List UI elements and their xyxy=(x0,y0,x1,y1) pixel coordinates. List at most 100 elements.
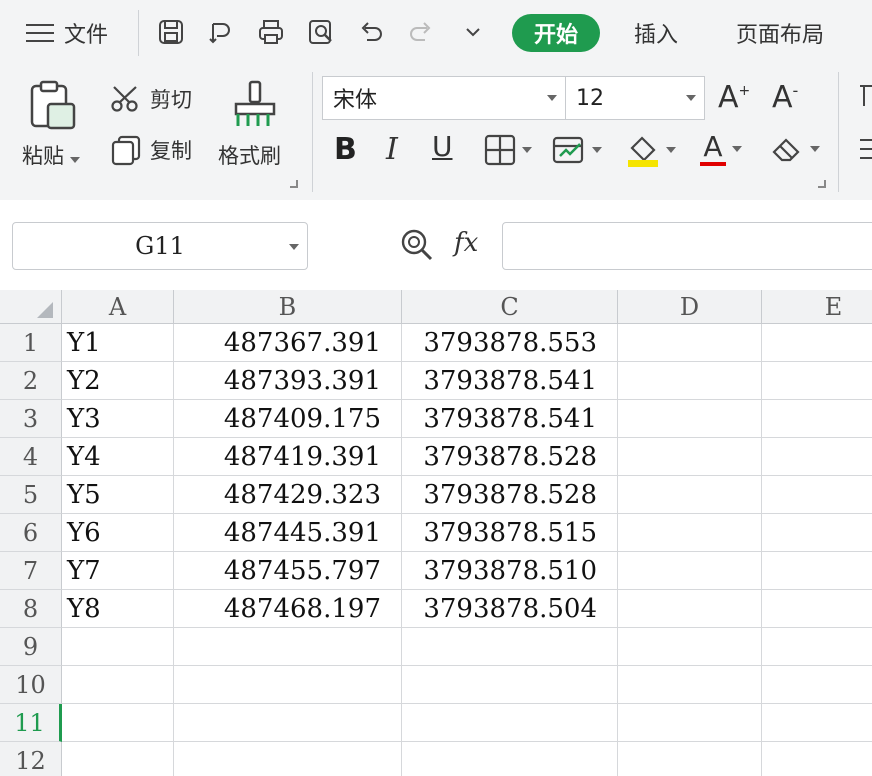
cell-c3[interactable]: 3793878.541 xyxy=(402,400,618,438)
cell-a11[interactable] xyxy=(62,704,174,742)
increase-font-button[interactable]: A + xyxy=(718,80,750,115)
bold-button[interactable]: B xyxy=(334,132,357,167)
redo-button[interactable] xyxy=(406,16,436,48)
cell-c2[interactable]: 3793878.541 xyxy=(402,362,618,400)
format-painter-button[interactable] xyxy=(232,80,278,134)
fill-color-button[interactable] xyxy=(626,132,676,168)
cell-e11[interactable] xyxy=(762,704,872,742)
cell-d2[interactable] xyxy=(618,362,762,400)
name-box[interactable]: G11 xyxy=(12,222,308,270)
cell-e6[interactable] xyxy=(762,514,872,552)
cell-c7[interactable]: 3793878.510 xyxy=(402,552,618,590)
cell-d6[interactable] xyxy=(618,514,762,552)
formula-input[interactable] xyxy=(502,222,872,270)
row-header-4[interactable]: 4 xyxy=(0,438,62,476)
cell-c9[interactable] xyxy=(402,628,618,666)
paste-menu-button[interactable]: 粘贴 xyxy=(22,140,80,170)
find-button[interactable] xyxy=(400,228,436,266)
paste-button[interactable] xyxy=(28,80,78,136)
row-header-10[interactable]: 10 xyxy=(0,666,62,704)
cell-b8[interactable]: 487468.197 xyxy=(174,590,402,628)
tab-page-layout[interactable]: 页面布局 xyxy=(720,14,840,52)
row-header-8[interactable]: 8 xyxy=(0,590,62,628)
cell-e4[interactable] xyxy=(762,438,872,476)
cell-a3[interactable]: Y3 xyxy=(62,400,174,438)
clear-format-button[interactable] xyxy=(770,134,820,164)
undo-button[interactable] xyxy=(356,16,386,48)
row-header-7[interactable]: 7 xyxy=(0,552,62,590)
cell-c5[interactable]: 3793878.528 xyxy=(402,476,618,514)
cell-c6[interactable]: 3793878.515 xyxy=(402,514,618,552)
cell-b3[interactable]: 487409.175 xyxy=(174,400,402,438)
cell-a7[interactable]: Y7 xyxy=(62,552,174,590)
insert-function-button[interactable]: fx xyxy=(454,228,478,258)
print-button[interactable] xyxy=(256,16,286,48)
cell-b12[interactable] xyxy=(174,742,402,776)
row-header-9[interactable]: 9 xyxy=(0,628,62,666)
cell-b4[interactable]: 487419.391 xyxy=(174,438,402,476)
cell-c8[interactable]: 3793878.504 xyxy=(402,590,618,628)
cut-button[interactable]: 剪切 xyxy=(110,84,192,114)
cell-b7[interactable]: 487455.797 xyxy=(174,552,402,590)
cell-e8[interactable] xyxy=(762,590,872,628)
align-middle-button[interactable] xyxy=(858,134,872,164)
font-color-button[interactable]: A xyxy=(700,130,742,168)
decrease-font-button[interactable]: A- xyxy=(772,80,798,115)
customize-quick-access-button[interactable] xyxy=(458,16,488,48)
cell-d8[interactable] xyxy=(618,590,762,628)
cell-d9[interactable] xyxy=(618,628,762,666)
cell-e12[interactable] xyxy=(762,742,872,776)
font-name-select[interactable]: 宋体 xyxy=(322,76,566,120)
cell-a2[interactable]: Y2 xyxy=(62,362,174,400)
cell-c4[interactable]: 3793878.528 xyxy=(402,438,618,476)
cell-b5[interactable]: 487429.323 xyxy=(174,476,402,514)
copy-button[interactable]: 复制 xyxy=(110,134,192,166)
column-header-a[interactable]: A xyxy=(62,290,174,324)
cell-d4[interactable] xyxy=(618,438,762,476)
cell-a4[interactable]: Y4 xyxy=(62,438,174,476)
cell-a9[interactable] xyxy=(62,628,174,666)
cell-d1[interactable] xyxy=(618,324,762,362)
print-preview-button[interactable] xyxy=(206,16,236,48)
cell-a12[interactable] xyxy=(62,742,174,776)
row-header-2[interactable]: 2 xyxy=(0,362,62,400)
clipboard-dialog-launcher[interactable] xyxy=(290,180,298,188)
cell-b10[interactable] xyxy=(174,666,402,704)
cell-d3[interactable] xyxy=(618,400,762,438)
cell-a10[interactable] xyxy=(62,666,174,704)
underline-button[interactable]: U xyxy=(432,130,453,163)
cell-a8[interactable]: Y8 xyxy=(62,590,174,628)
row-header-5[interactable]: 5 xyxy=(0,476,62,514)
cell-e1[interactable] xyxy=(762,324,872,362)
cell-b11[interactable] xyxy=(174,704,402,742)
tab-home[interactable]: 开始 xyxy=(512,14,600,52)
cell-e10[interactable] xyxy=(762,666,872,704)
cell-d10[interactable] xyxy=(618,666,762,704)
cell-d7[interactable] xyxy=(618,552,762,590)
tab-insert[interactable]: 插入 xyxy=(616,14,696,52)
column-header-c[interactable]: C xyxy=(402,290,618,324)
row-header-6[interactable]: 6 xyxy=(0,514,62,552)
row-header-11[interactable]: 11 xyxy=(0,704,62,742)
cell-e2[interactable] xyxy=(762,362,872,400)
cell-b1[interactable]: 487367.391 xyxy=(174,324,402,362)
row-header-3[interactable]: 3 xyxy=(0,400,62,438)
align-top-button[interactable] xyxy=(858,80,872,110)
cell-c1[interactable]: 3793878.553 xyxy=(402,324,618,362)
borders-button[interactable] xyxy=(484,134,532,166)
column-header-e[interactable]: E xyxy=(762,290,872,324)
cell-e5[interactable] xyxy=(762,476,872,514)
cell-c11[interactable] xyxy=(402,704,618,742)
cell-c10[interactable] xyxy=(402,666,618,704)
column-header-b[interactable]: B xyxy=(174,290,402,324)
file-menu-button[interactable]: 文件 xyxy=(26,16,108,50)
print-preview-search-button[interactable] xyxy=(306,16,336,48)
cell-c12[interactable] xyxy=(402,742,618,776)
cell-e9[interactable] xyxy=(762,628,872,666)
cell-b2[interactable]: 487393.391 xyxy=(174,362,402,400)
cell-a1[interactable]: Y1 xyxy=(62,324,174,362)
cell-b6[interactable]: 487445.391 xyxy=(174,514,402,552)
save-button[interactable] xyxy=(156,16,186,48)
select-all-button[interactable] xyxy=(0,290,62,324)
font-size-select[interactable]: 12 xyxy=(565,76,705,120)
